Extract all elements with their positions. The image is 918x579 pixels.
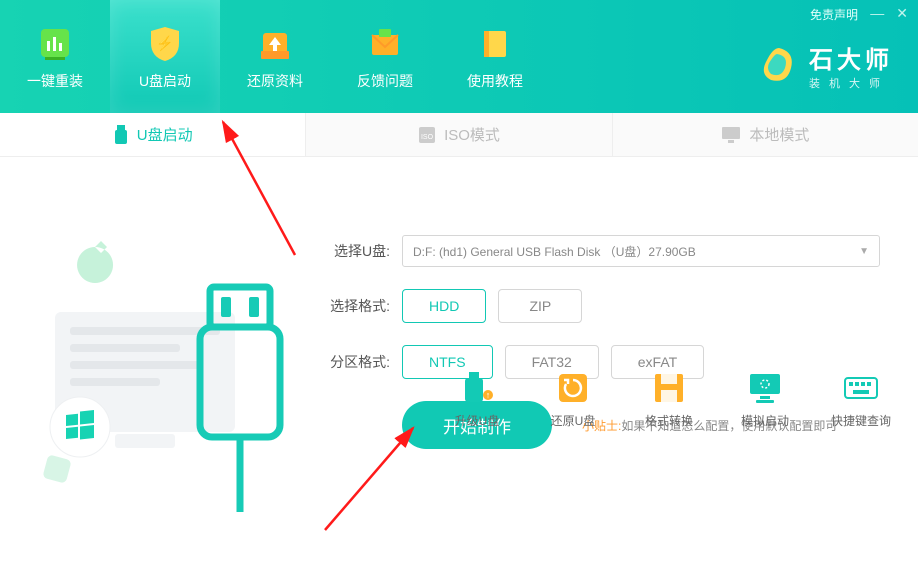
usb-illustration [35,212,285,512]
subtab-label: 本地模式 [749,124,809,145]
format-label: 选择格式: [320,296,390,316]
usb-select[interactable]: D:F: (hd1) General USB Flash Disk （U盘）27… [402,235,880,267]
nav-label: 使用教程 [467,71,523,91]
tool-label: 格式转换 [645,412,693,429]
nav-label: 一键重装 [27,71,83,91]
usb-stick-icon: ↑ [459,370,495,406]
format-option-hdd[interactable]: HDD [402,289,486,323]
brand: 石大师 装机大师 [757,40,893,91]
svg-text:ISO: ISO [421,134,434,141]
subtabs: U盘启动 ISO ISO模式 本地模式 [0,113,918,157]
brand-title: 石大师 [809,40,893,75]
nav-label: 还原资料 [247,71,303,91]
nav-item-tutorial[interactable]: 使用教程 [440,0,550,113]
nav: 一键重装 ⚡ U盘启动 还原资料 反馈问题 使用教程 [0,0,550,113]
subtab-usb[interactable]: U盘启动 [0,113,306,156]
tool-label: 快捷键查询 [831,412,891,429]
tool-hotkey-lookup[interactable]: 快捷键查询 [829,370,893,429]
nav-item-restore[interactable]: 还原资料 [220,0,330,113]
close-button[interactable]: ✕ [896,5,908,22]
nav-item-usb-boot[interactable]: ⚡ U盘启动 [110,0,220,113]
disclaimer-link[interactable]: 免责声明 [810,6,858,23]
tool-format-convert[interactable]: 格式转换 [637,370,701,429]
svg-text:↑: ↑ [486,390,491,400]
usb-label: 选择U盘: [320,241,390,261]
tool-simulate-boot[interactable]: 模拟启动 [733,370,797,429]
usb-select-value: D:F: (hd1) General USB Flash Disk （U盘）27… [413,243,696,260]
nav-label: U盘启动 [139,71,191,91]
content: 选择U盘: D:F: (hd1) General USB Flash Disk … [0,157,918,449]
brand-logo-icon [757,44,801,88]
brand-subtitle: 装机大师 [809,75,893,91]
chevron-down-icon: ▼ [859,246,869,257]
book-icon [475,23,515,63]
monitor-icon [721,126,741,144]
chart-icon [35,23,75,63]
subtab-label: ISO模式 [444,124,500,145]
svg-text:⚡: ⚡ [156,35,173,52]
minimize-button[interactable]: — [870,5,884,22]
tool-upgrade-usb[interactable]: ↑ 升级U盘 [445,370,509,429]
subtab-local[interactable]: 本地模式 [613,113,918,156]
partition-label: 分区格式: [320,352,390,372]
nav-item-reinstall[interactable]: 一键重装 [0,0,110,113]
tool-label: 模拟启动 [741,412,789,429]
shield-icon: ⚡ [145,23,185,63]
header: 免责声明 — ✕ 一键重装 ⚡ U盘启动 还原资料 反馈问题 [0,0,918,113]
nav-item-feedback[interactable]: 反馈问题 [330,0,440,113]
tool-label: 还原U盘 [551,412,596,429]
tool-label: 升级U盘 [455,412,500,429]
box-up-icon [255,23,295,63]
floppy-icon [651,370,687,406]
nav-label: 反馈问题 [357,71,413,91]
usb-icon [113,125,129,145]
format-option-zip[interactable]: ZIP [498,289,582,323]
mail-icon [365,23,405,63]
subtab-iso[interactable]: ISO ISO模式 [306,113,612,156]
keyboard-icon [843,370,879,406]
restore-icon [555,370,591,406]
bottom-tools: ↑ 升级U盘 还原U盘 格式转换 模拟启动 快捷键查询 [445,370,893,429]
window-controls: — ✕ [870,5,908,22]
subtab-label: U盘启动 [137,124,193,145]
monitor-play-icon [747,370,783,406]
iso-icon: ISO [418,126,436,144]
tool-restore-usb[interactable]: 还原U盘 [541,370,605,429]
